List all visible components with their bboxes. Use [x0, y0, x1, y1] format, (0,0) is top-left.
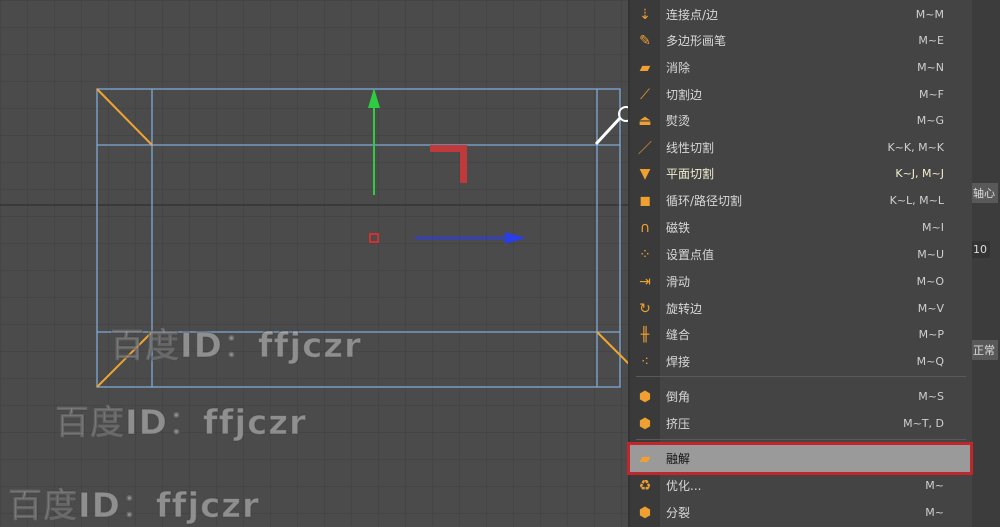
- menu-item-shortcut: M~O: [916, 275, 944, 288]
- menu-item-shortcut: K~J, M~J: [895, 167, 944, 180]
- menu-item-shortcut: M~U: [917, 248, 944, 261]
- menu-item-1[interactable]: ⇣ 连接点/边 M~M: [630, 1, 970, 28]
- menu-item-shortcut: M~S: [918, 390, 944, 403]
- menu-item-12[interactable]: ↻ 旋转边 M~V: [630, 295, 970, 322]
- menu-item-shortcut: M~I: [922, 221, 944, 234]
- menu-item-label: 焊接: [666, 355, 691, 369]
- magnet-icon: ∩: [639, 219, 651, 236]
- cut-edges-icon: ⟋: [640, 86, 650, 103]
- set-point-value-icon: ⁘: [639, 246, 651, 263]
- menu-item-label: 线性切割: [666, 141, 715, 155]
- menu-item-2[interactable]: ✎ 多边形画笔 M~E: [630, 27, 970, 54]
- menu-item-shortcut: M~F: [918, 88, 944, 101]
- menu-item-10[interactable]: ⁘ 设置点值 M~U: [630, 241, 970, 268]
- value-field[interactable]: 10: [970, 241, 990, 258]
- menu-item-label: 磁铁: [666, 221, 691, 235]
- menu-item-18[interactable]: ♻ 优化... M~: [630, 472, 970, 499]
- menu-item-shortcut: M~T, D: [903, 417, 944, 430]
- stitch-icon: ╫: [640, 326, 650, 343]
- menu-item-8[interactable]: ◼ 循环/路径切割 K~L, M~L: [630, 187, 970, 214]
- slide-icon: ⇥: [639, 273, 651, 290]
- menu-item-9[interactable]: ∩ 磁铁 M~I: [630, 214, 970, 241]
- menu-item-shortcut: M~V: [917, 302, 944, 315]
- watermark: 百度ID：ffjczr: [8, 486, 260, 527]
- watermark: 百度ID：ffjczr: [110, 326, 362, 367]
- menu-item-label: 融解: [666, 452, 691, 466]
- menu-item-shortcut: M~G: [916, 114, 944, 127]
- extrude-icon: ⬢: [638, 415, 652, 432]
- line-cut-icon: ／: [638, 140, 652, 157]
- menu-item-3[interactable]: ▰ 消除 M~N: [630, 54, 970, 81]
- polygon-pen-icon: ✎: [639, 32, 651, 49]
- menu-item-16[interactable]: ⬢ 挤压 M~T, D: [630, 410, 970, 437]
- plane-cut-icon: ▼: [639, 165, 651, 182]
- loop-path-cut-icon: ◼: [639, 192, 651, 209]
- menu-item-label: 滑动: [666, 275, 691, 289]
- menu-item-5[interactable]: ⏏ 熨烫 M~G: [630, 107, 970, 134]
- menu-item-15[interactable]: ⬢ 倒角 M~S: [630, 383, 970, 410]
- menu-item-label: 旋转边: [666, 302, 703, 316]
- menu-item-shortcut: M~: [925, 506, 944, 519]
- menu-item-label: 连接点/边: [666, 8, 719, 22]
- menu-item-label: 倒角: [666, 390, 691, 404]
- bevel-icon: ⬢: [638, 388, 652, 405]
- menu-item-label: 熨烫: [666, 114, 691, 128]
- menu-item-4[interactable]: ⟋ 切割边 M~F: [630, 81, 970, 108]
- menu-item-label: 挤压: [666, 417, 691, 431]
- watermark: 百度ID：ffjczr: [55, 403, 307, 444]
- menu-item-label: 消除: [666, 61, 691, 75]
- menu-item-13[interactable]: ╫ 缝合 M~P: [630, 321, 970, 348]
- menu-item-shortcut: M~M: [915, 8, 944, 21]
- menu-item-shortcut: M~N: [917, 61, 944, 74]
- weld-icon: ⁖: [640, 353, 650, 370]
- menu-item-19[interactable]: ⬢ 分裂 M~: [630, 499, 970, 526]
- mode-dropdown[interactable]: 正常: [970, 340, 998, 360]
- menu-item-shortcut: K~L, M~L: [889, 194, 944, 207]
- menu-item-6[interactable]: ／ 线性切割 K~K, M~K: [630, 134, 970, 161]
- menu-item-label: 分裂: [666, 506, 691, 520]
- menu-item-label: 平面切割: [666, 167, 715, 181]
- melt-icon: ▰: [639, 450, 651, 467]
- spin-edge-icon: ↻: [639, 300, 651, 317]
- menu-item-shortcut: M~E: [918, 34, 944, 47]
- menu-item-label: 缝合: [666, 328, 691, 342]
- optimize-icon: ♻: [638, 477, 652, 494]
- menu-item-label: 切割边: [666, 88, 703, 102]
- menu-item-label: 循环/路径切割: [666, 194, 743, 208]
- split-icon: ⬢: [638, 504, 652, 521]
- mesh-tools-menu: ⇣ 连接点/边 M~M ✎ 多边形画笔 M~E ▰ 消除 M~N ⟋ 切割边 M~F ⏏ 熨烫 M~G ／ 线性…: [627, 0, 973, 527]
- menu-item-label: 优化...: [666, 479, 702, 493]
- dissolve-icon: ▰: [639, 59, 651, 76]
- menu-item-11[interactable]: ⇥ 滑动 M~O: [630, 268, 970, 295]
- menu-item-shortcut: M~P: [918, 328, 944, 341]
- menu-item-shortcut: M~Q: [916, 355, 944, 368]
- iron-icon: ⏏: [638, 112, 652, 129]
- menu-item-7[interactable]: ▼ 平面切割 K~J, M~J: [630, 160, 970, 187]
- menu-item-shortcut: M~: [925, 479, 944, 492]
- axis-label: 轴心: [970, 183, 998, 203]
- menu-item-label: 设置点值: [666, 248, 715, 262]
- menu-item-shortcut: K~K, M~K: [887, 141, 944, 154]
- connect-points-edges-icon: ⇣: [639, 6, 651, 23]
- menu-item-14[interactable]: ⁖ 焊接 M~Q: [630, 348, 970, 375]
- menu-item-17[interactable]: ▰ 融解: [627, 442, 973, 475]
- menu-separator: [636, 376, 966, 377]
- menu-item-label: 多边形画笔: [666, 34, 727, 48]
- attributes-panel: 轴心 10 正常 ⚙: [948, 0, 1000, 527]
- menu-separator: [636, 439, 966, 440]
